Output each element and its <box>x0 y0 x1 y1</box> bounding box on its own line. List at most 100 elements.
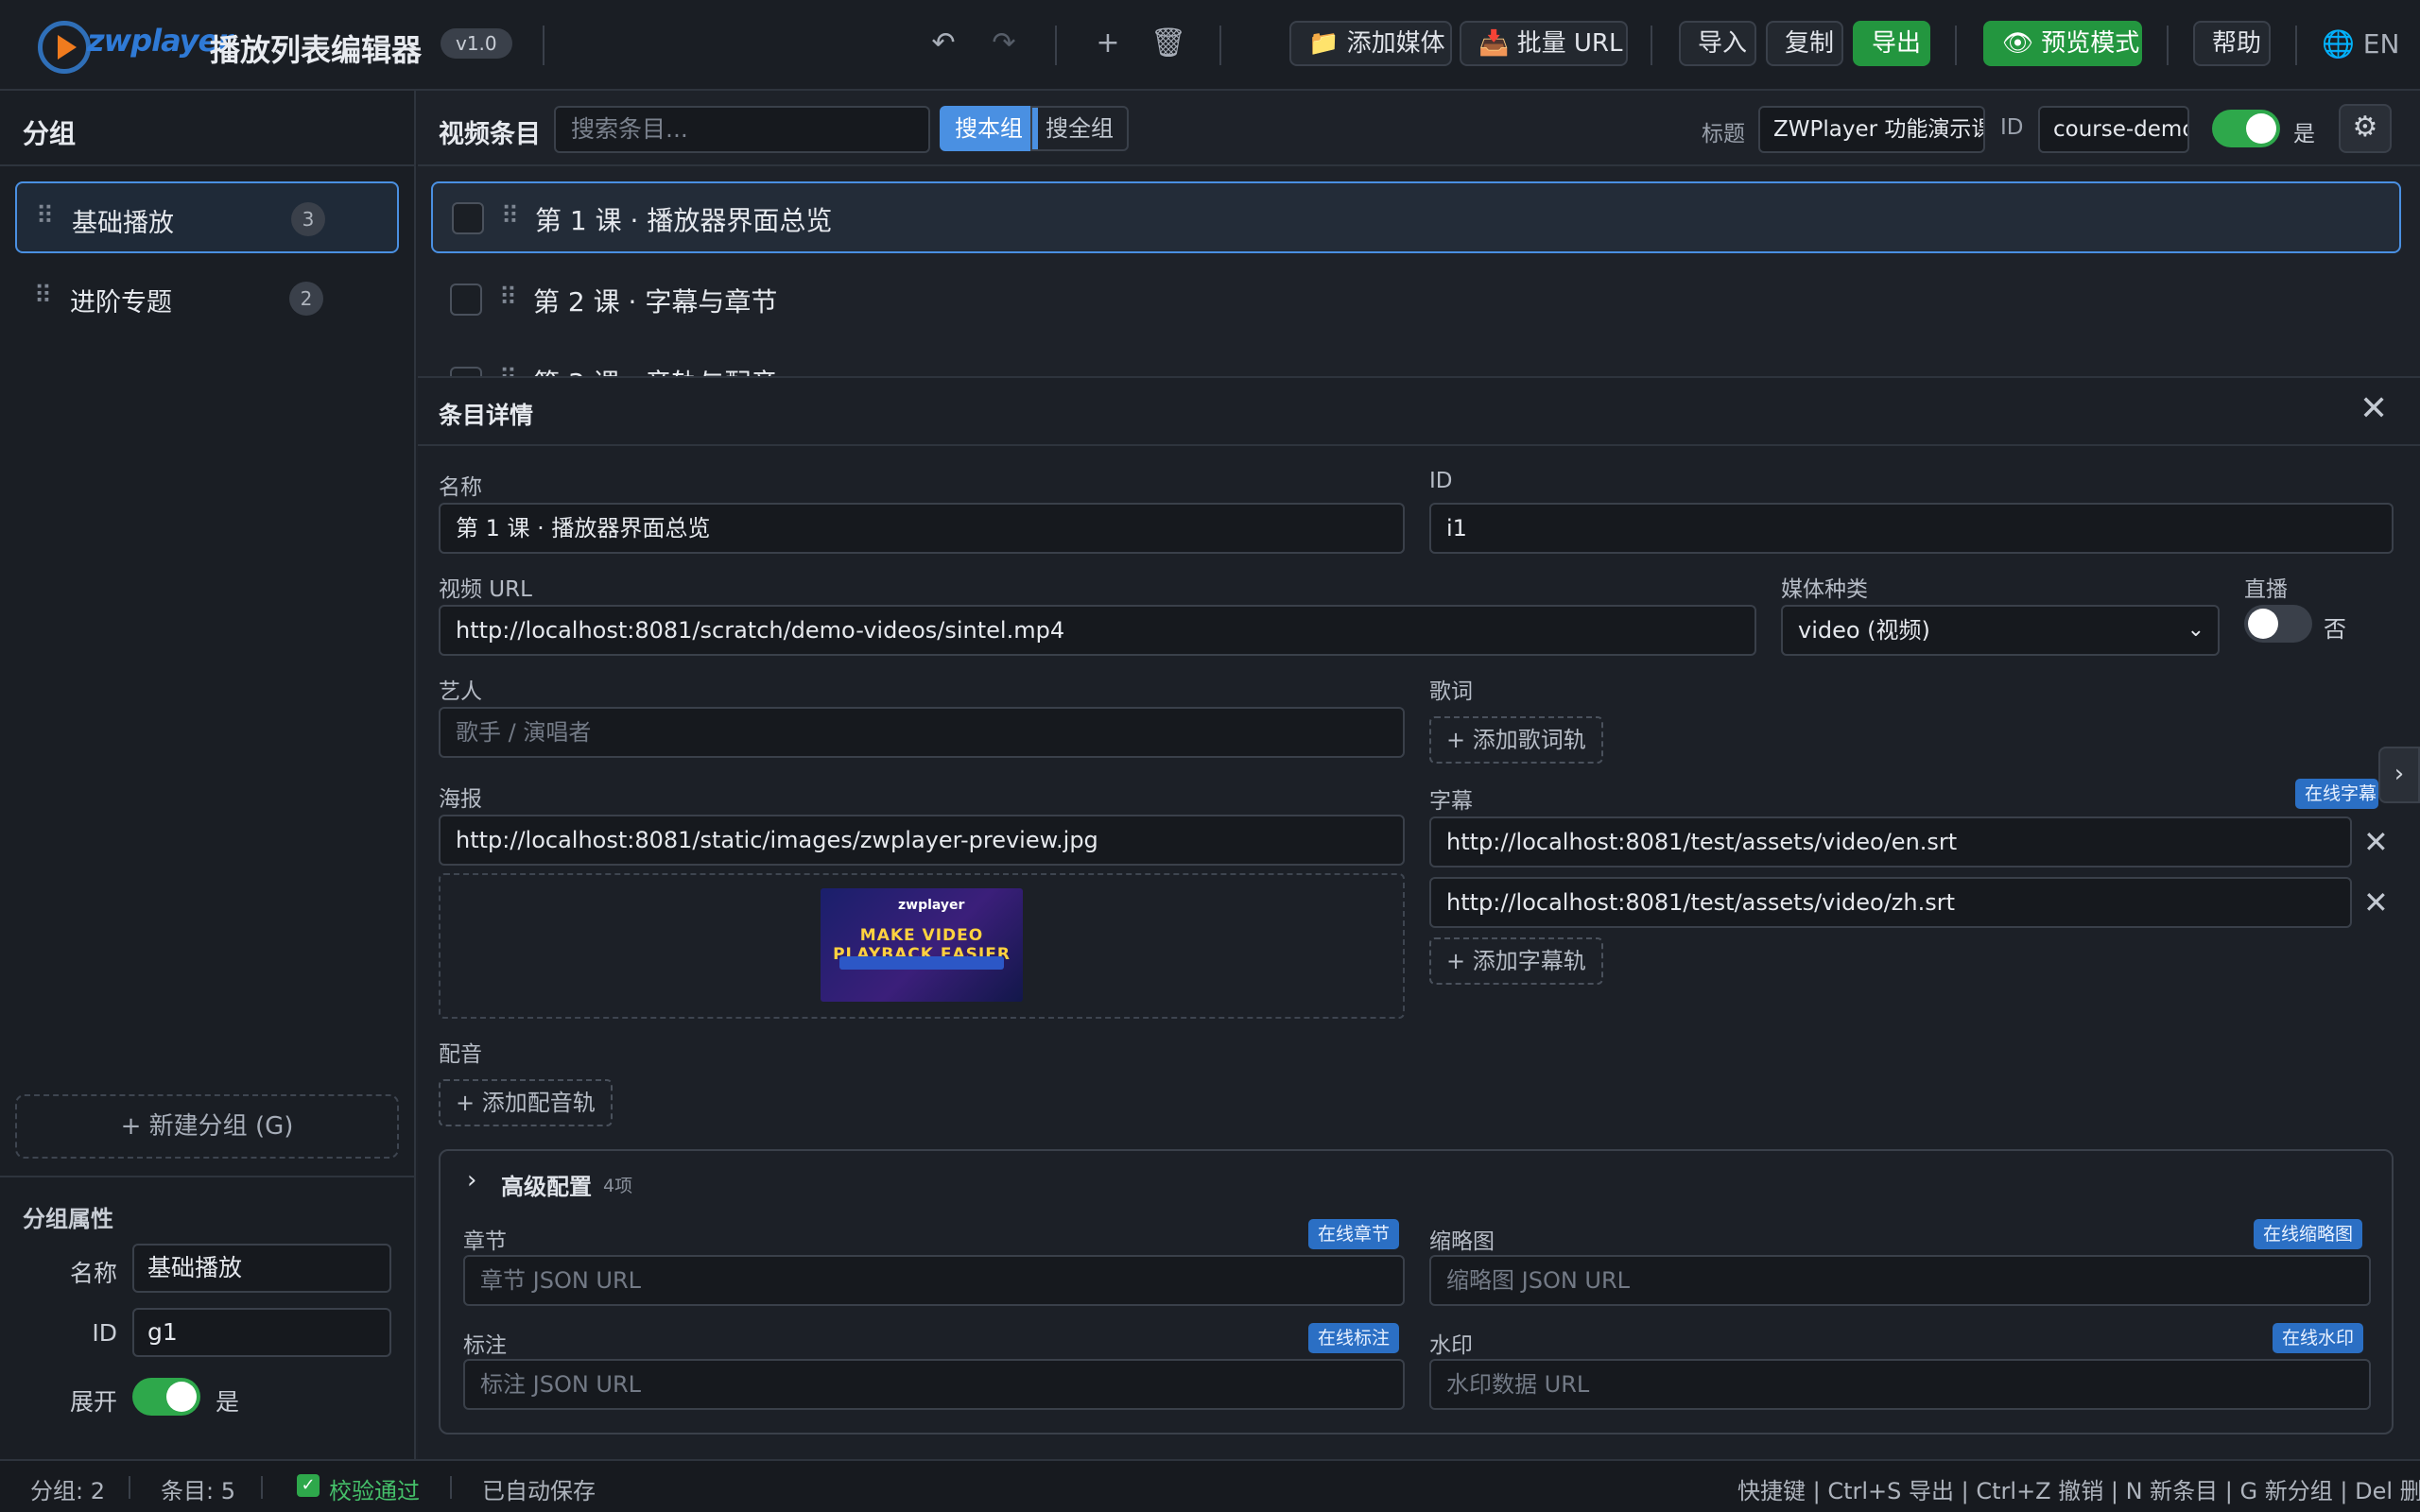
remove-subtitle-icon[interactable]: ✕ <box>2363 885 2389 920</box>
status-divider <box>261 1476 263 1499</box>
poster-banner <box>839 956 1004 970</box>
undo-icon[interactable]: ↶ <box>925 25 962 62</box>
playlist-title-input[interactable]: ZWPlayer 功能演示课 <box>1758 106 1985 153</box>
close-icon[interactable]: ✕ <box>2360 389 2388 428</box>
group-count-badge: 3 <box>291 202 325 236</box>
artist-label: 艺人 <box>439 679 482 704</box>
group-expand-label: 展开 <box>69 1388 117 1416</box>
toolbar-divider <box>1651 26 1652 65</box>
video-url-input[interactable]: http://localhost:8081/scratch/demo-video… <box>439 605 1756 656</box>
chevron-down-icon: ⌄ <box>2187 618 2204 642</box>
item-checkbox[interactable] <box>452 202 484 234</box>
new-group-button[interactable]: + 新建分组 (G) <box>15 1094 399 1159</box>
group-item-basic[interactable]: ⠿ 基础播放 3 <box>15 181 399 253</box>
live-value: 否 <box>2324 616 2346 643</box>
online-watermark-chip[interactable]: 在线水印 <box>2273 1323 2364 1353</box>
drag-handle-icon[interactable]: ⠿ <box>501 202 519 231</box>
remove-subtitle-icon[interactable]: ✕ <box>2363 824 2389 860</box>
watermark-url-input[interactable]: 水印数据 URL <box>1429 1359 2371 1410</box>
thumbnails-label: 缩略图 <box>1429 1229 1495 1254</box>
add-icon[interactable]: + <box>1089 25 1127 62</box>
advanced-title[interactable]: 高级配置 <box>501 1168 592 1201</box>
online-marks-chip[interactable]: 在线标注 <box>1308 1323 1400 1353</box>
inbox-icon: 📥 <box>1478 29 1510 58</box>
group-id-label: ID <box>92 1319 117 1347</box>
drag-handle-icon[interactable]: ⠿ <box>36 202 54 231</box>
item-checkbox[interactable] <box>450 367 482 376</box>
subtitle-url-input[interactable]: http://localhost:8081/test/assets/video/… <box>1429 816 2352 868</box>
add-subtitle-button[interactable]: + 添加字幕轨 <box>1429 937 1603 985</box>
gear-icon[interactable]: ⚙ <box>2339 104 2392 153</box>
status-shortcuts: 快捷键 | Ctrl+S 导出 | Ctrl+Z 撤销 | N 新条目 | G … <box>1737 1478 2420 1504</box>
chevron-right-icon[interactable]: › <box>467 1166 476 1194</box>
group-props-title: 分组属性 <box>23 1206 113 1232</box>
poster-label: 海报 <box>439 787 482 812</box>
playlist-toggle[interactable] <box>2212 110 2280 147</box>
online-thumbnails-chip[interactable]: 在线缩略图 <box>2254 1219 2363 1249</box>
export-button[interactable]: 导出 <box>1853 21 1930 66</box>
group-expand-toggle[interactable] <box>132 1378 200 1416</box>
add-dub-button[interactable]: + 添加配音轨 <box>439 1079 613 1126</box>
name-label: 名称 <box>439 475 482 500</box>
media-type-select[interactable]: video (视频) ⌄ <box>1781 605 2220 656</box>
divider <box>0 164 416 166</box>
lyrics-label: 歌词 <box>1429 679 1473 704</box>
list-item[interactable]: ⠿ 第 2 课 · 字幕与章节 <box>431 265 2401 336</box>
group-item-advanced[interactable]: ⠿ 进阶专题 2 <box>15 263 399 335</box>
advanced-count: 4项 <box>603 1176 633 1196</box>
divider <box>418 444 2420 446</box>
id-input[interactable]: i1 <box>1429 503 2394 554</box>
import-button[interactable]: 导入 <box>1679 21 1756 66</box>
drag-handle-icon[interactable]: ⠿ <box>34 282 52 310</box>
id-label: ID <box>1429 469 1453 493</box>
batch-url-button[interactable]: 📥 批量 URL <box>1460 21 1628 66</box>
name-input[interactable]: 第 1 课 · 播放器界面总览 <box>439 503 1405 554</box>
list-item[interactable]: ⠿ 第 1 课 · 播放器界面总览 <box>431 181 2401 253</box>
playlist-id-label: ID <box>2000 115 2024 140</box>
drag-handle-icon[interactable]: ⠿ <box>499 365 517 376</box>
help-button[interactable]: 帮助 <box>2193 21 2271 66</box>
group-name-input[interactable]: 基础播放 <box>132 1244 391 1293</box>
group-count-badge: 2 <box>289 282 323 316</box>
online-chapters-chip[interactable]: 在线章节 <box>1308 1219 1400 1249</box>
toolbar-divider <box>1955 26 1957 65</box>
chapters-url-input[interactable]: 章节 JSON URL <box>463 1255 1405 1306</box>
toolbar-divider <box>1219 26 1221 65</box>
status-item-count: 条目: 5 <box>161 1478 235 1504</box>
toolbar-divider <box>1055 26 1057 65</box>
media-type-label: 媒体种类 <box>1781 577 1868 602</box>
item-search-input[interactable]: 搜索条目... <box>554 106 930 153</box>
media-type-value: video (视频) <box>1798 617 1930 644</box>
redo-icon[interactable]: ↷ <box>985 25 1023 62</box>
item-checkbox[interactable] <box>450 284 482 316</box>
item-label: 第 1 课 · 播放器界面总览 <box>535 205 833 236</box>
group-id-input[interactable]: g1 <box>132 1308 391 1357</box>
group-label: 基础播放 <box>72 209 174 238</box>
preview-mode-button[interactable]: 👁 预览模式 <box>1983 21 2142 66</box>
poster-url-input[interactable]: http://localhost:8081/static/images/zwpl… <box>439 815 1405 866</box>
scope-group-button[interactable]: 搜本组 <box>940 106 1038 151</box>
live-toggle[interactable] <box>2244 605 2312 643</box>
marks-url-input[interactable]: 标注 JSON URL <box>463 1359 1405 1410</box>
online-subtitle-chip[interactable]: 在线字幕 <box>2295 779 2378 809</box>
toolbar-divider <box>543 26 544 65</box>
list-item-clipped[interactable]: ⠿ 第 3 课 · 音轨与配音 <box>431 359 2401 376</box>
app-title: 播放列表编辑器 <box>210 32 423 68</box>
status-group-count: 分组: 2 <box>30 1478 105 1504</box>
subtitle-url-input[interactable]: http://localhost:8081/test/assets/video/… <box>1429 877 2352 928</box>
add-media-button[interactable]: 📁 添加媒体 <box>1289 21 1452 66</box>
add-lyrics-button[interactable]: + 添加歌词轨 <box>1429 716 1603 764</box>
language-switch[interactable]: 🌐 EN <box>2322 28 2399 60</box>
items-title: 视频条目 <box>439 120 541 149</box>
copy-button[interactable]: 复制 <box>1766 21 1843 66</box>
playlist-id-input[interactable]: course-demo <box>2038 106 2189 153</box>
url-label: 视频 URL <box>439 577 532 602</box>
detail-title: 条目详情 <box>439 402 534 429</box>
drag-handle-icon[interactable]: ⠿ <box>499 284 517 312</box>
chevron-right-icon[interactable]: › <box>2378 747 2420 803</box>
scope-all-button[interactable]: 搜全组 <box>1030 106 1129 151</box>
trash-icon[interactable]: 🗑 <box>1150 25 1187 62</box>
eye-icon: 👁 <box>2002 29 2034 58</box>
thumbnails-url-input[interactable]: 缩略图 JSON URL <box>1429 1255 2371 1306</box>
artist-input[interactable]: 歌手 / 演唱者 <box>439 707 1405 758</box>
